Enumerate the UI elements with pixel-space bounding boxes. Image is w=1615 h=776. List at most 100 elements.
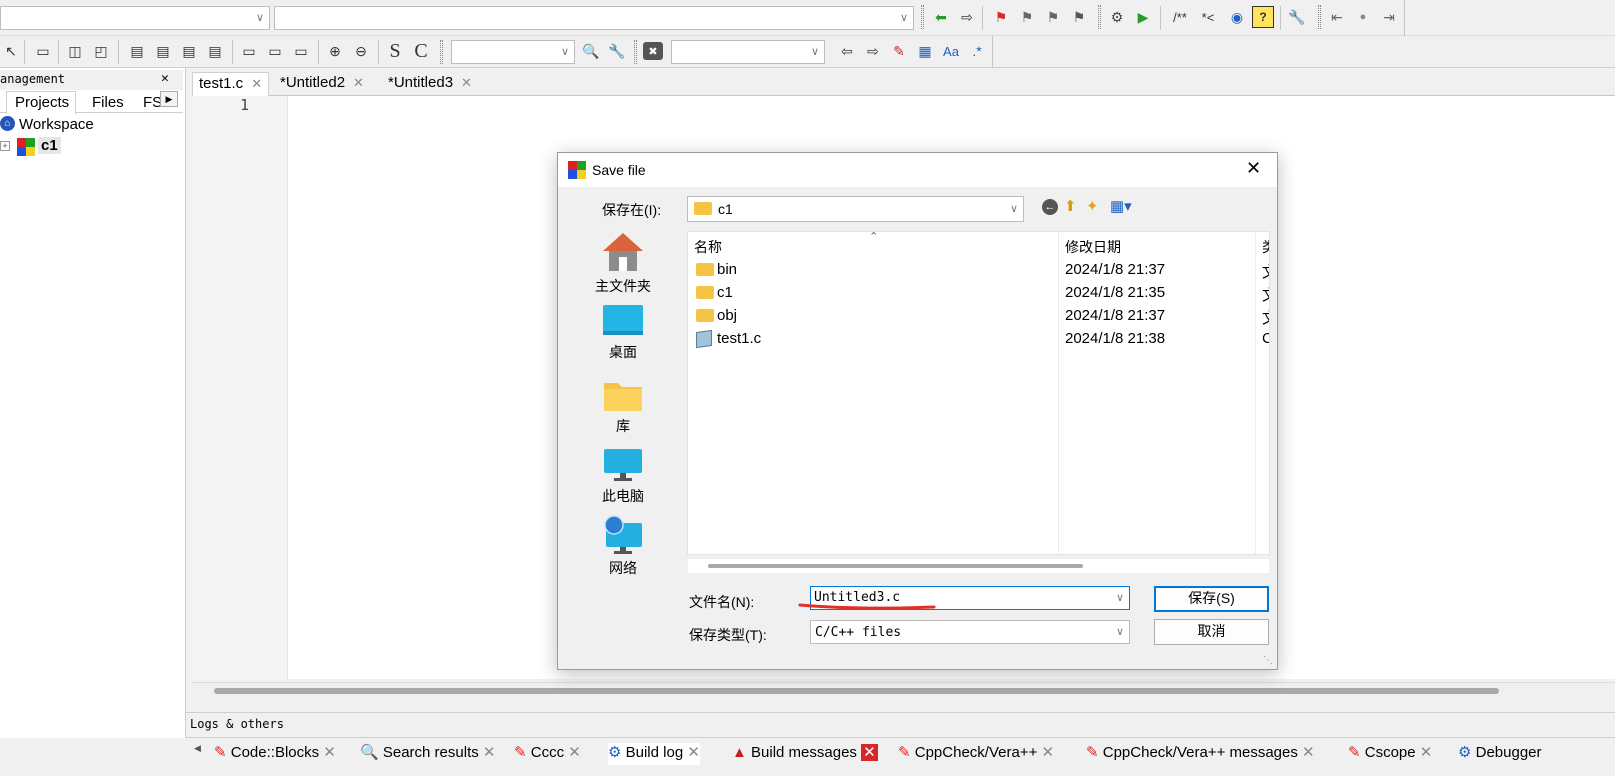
- view-menu-icon[interactable]: ▦▾: [1110, 197, 1132, 215]
- select-text-icon[interactable]: ▦: [914, 40, 936, 62]
- step-back-icon[interactable]: ⇤: [1326, 6, 1348, 28]
- tree-project-c1[interactable]: + c1: [0, 137, 180, 157]
- resize-grip-icon[interactable]: ⋱: [1263, 655, 1273, 666]
- search-combo[interactable]: ∨: [451, 40, 575, 64]
- log-tab-search-results[interactable]: 🔍 Search results ✕: [360, 743, 495, 765]
- help-icon[interactable]: ?: [1252, 6, 1274, 28]
- select-cursor-icon[interactable]: ↖: [0, 40, 22, 62]
- close-icon[interactable]: ✕: [353, 75, 364, 90]
- cancel-button[interactable]: 取消: [1154, 619, 1269, 645]
- arrow-left-green-icon[interactable]: ⬅: [930, 6, 952, 28]
- toolbar-grip[interactable]: [634, 40, 637, 64]
- block-icon-2[interactable]: ▤: [152, 40, 174, 62]
- close-icon[interactable]: ✕: [687, 744, 700, 761]
- block-icon-1[interactable]: ▤: [126, 40, 148, 62]
- arrow-left-icon[interactable]: ⇦: [836, 40, 858, 62]
- log-tab-cppcheck[interactable]: ✎ CppCheck/Vera++ ✕: [898, 743, 1054, 765]
- tab-projects[interactable]: Projects: [6, 91, 76, 114]
- close-icon[interactable]: ✕: [568, 744, 581, 761]
- regex-button[interactable]: .*: [966, 40, 988, 62]
- file-row[interactable]: bin 2024/1/8 21:37 文: [688, 259, 1269, 281]
- new-folder-icon[interactable]: ✦: [1086, 197, 1099, 215]
- flag-prev-icon[interactable]: ⚑: [1016, 6, 1038, 28]
- browse-icon[interactable]: ◉: [1226, 6, 1248, 28]
- log-tab-cccc[interactable]: ✎ Cccc ✕: [514, 743, 581, 765]
- tab-untitled3[interactable]: *Untitled3 ✕: [382, 72, 478, 96]
- file-row[interactable]: c1 2024/1/8 21:35 文: [688, 282, 1269, 304]
- highlight-icon[interactable]: ✎: [888, 40, 910, 62]
- close-icon[interactable]: ✕: [161, 71, 169, 86]
- s-button[interactable]: S: [384, 40, 406, 62]
- dot-icon[interactable]: ●: [1352, 6, 1374, 28]
- arrow-right-icon[interactable]: ⇨: [956, 6, 978, 28]
- tree-workspace[interactable]: ⌂ Workspace: [0, 116, 180, 136]
- flag-red-icon[interactable]: ⚑: [990, 6, 1012, 28]
- zoom-out-icon[interactable]: ⊖: [350, 40, 372, 62]
- zoom-in-icon[interactable]: ⊕: [324, 40, 346, 62]
- clear-search-icon[interactable]: ✖: [643, 42, 663, 60]
- shape-icon-2[interactable]: ▭: [264, 40, 286, 62]
- log-tab-debugger[interactable]: ⚙ Debugger: [1458, 743, 1542, 765]
- close-icon[interactable]: ✕: [461, 75, 472, 90]
- look-in-combo[interactable]: c1 ∨: [687, 196, 1024, 222]
- toolbar-grip[interactable]: [1318, 5, 1321, 29]
- file-row[interactable]: obj 2024/1/8 21:37 文: [688, 305, 1269, 327]
- scrollbar-thumb[interactable]: [708, 564, 1083, 568]
- close-icon[interactable]: ✕: [861, 744, 878, 761]
- comment-line-button[interactable]: *<: [1196, 6, 1220, 28]
- back-icon[interactable]: ←: [1042, 199, 1058, 215]
- log-tab-build-log[interactable]: ⚙ Build log ✕: [608, 743, 700, 765]
- log-tab-cppcheck-messages[interactable]: ✎ CppCheck/Vera++ messages ✕: [1086, 743, 1315, 765]
- step-forward-icon[interactable]: ⇥: [1378, 6, 1400, 28]
- log-tab-codeblocks[interactable]: ✎ Code::Blocks ✕: [214, 743, 336, 765]
- rectangle-icon[interactable]: ▭: [32, 40, 54, 62]
- column-type[interactable]: 类: [1262, 237, 1269, 257]
- file-list[interactable]: 名称 ⌃ 修改日期 类 bin 2024/1/8 21:37 文 c1 2024…: [687, 231, 1270, 573]
- scrollbar-thumb[interactable]: [214, 688, 1499, 694]
- function-combo[interactable]: ∨: [274, 6, 914, 30]
- find-icon[interactable]: 🔍: [580, 40, 602, 62]
- scope-combo[interactable]: ∨: [0, 6, 270, 30]
- editor-horizontal-scrollbar[interactable]: [192, 682, 1615, 700]
- block-icon-4[interactable]: ▤: [204, 40, 226, 62]
- up-folder-icon[interactable]: ⬆: [1064, 197, 1077, 215]
- toolbar-grip[interactable]: [440, 40, 443, 64]
- block-icon-3[interactable]: ▤: [178, 40, 200, 62]
- expand-icon[interactable]: +: [0, 141, 10, 151]
- comment-block-button[interactable]: /**: [1166, 6, 1194, 28]
- place-desktop[interactable]: 桌面: [566, 303, 680, 362]
- file-list-horizontal-scrollbar[interactable]: [688, 559, 1269, 573]
- log-tab-cscope[interactable]: ✎ Cscope ✕: [1348, 743, 1432, 765]
- tab-files[interactable]: Files: [92, 94, 124, 111]
- scroll-left-icon[interactable]: ◀: [194, 743, 201, 754]
- close-icon[interactable]: ✕: [483, 744, 496, 761]
- column-name[interactable]: 名称: [694, 237, 722, 257]
- close-icon[interactable]: ✕: [1420, 744, 1433, 761]
- wrench-icon[interactable]: 🔧: [1286, 6, 1308, 28]
- flag-clear-icon[interactable]: ⚑: [1068, 6, 1090, 28]
- log-tab-build-messages[interactable]: ▲ Build messages ✕: [732, 743, 878, 765]
- toolbar-grip[interactable]: [1098, 5, 1101, 29]
- search-text-combo[interactable]: ∨: [671, 40, 825, 64]
- c-button[interactable]: C: [410, 40, 432, 62]
- run-icon[interactable]: ▶: [1132, 6, 1154, 28]
- flag-next-icon[interactable]: ⚑: [1042, 6, 1064, 28]
- find-settings-icon[interactable]: 🔧: [606, 40, 628, 62]
- place-library[interactable]: 库: [566, 377, 680, 436]
- close-icon[interactable]: ✕: [1042, 744, 1055, 761]
- close-icon[interactable]: ✕: [1302, 744, 1315, 761]
- place-home[interactable]: 主文件夹: [566, 231, 680, 296]
- tab-untitled2[interactable]: *Untitled2 ✕: [274, 72, 370, 96]
- shape-icon-3[interactable]: ▭: [290, 40, 312, 62]
- close-icon[interactable]: ✕: [1246, 158, 1261, 179]
- dialog-titlebar[interactable]: Save file ✕: [558, 153, 1277, 187]
- close-icon[interactable]: ✕: [323, 744, 336, 761]
- tab-scroll-right-icon[interactable]: ▶: [160, 91, 178, 107]
- arrow-right-outline-icon[interactable]: ⇨: [862, 40, 884, 62]
- save-button[interactable]: 保存(S): [1154, 586, 1269, 612]
- place-network[interactable]: 网络: [566, 515, 680, 578]
- tab-test1[interactable]: test1.c ✕: [192, 72, 270, 96]
- toolbar-grip[interactable]: [921, 5, 924, 29]
- shape-icon-1[interactable]: ▭: [238, 40, 260, 62]
- parallel-icon[interactable]: ◰: [90, 40, 112, 62]
